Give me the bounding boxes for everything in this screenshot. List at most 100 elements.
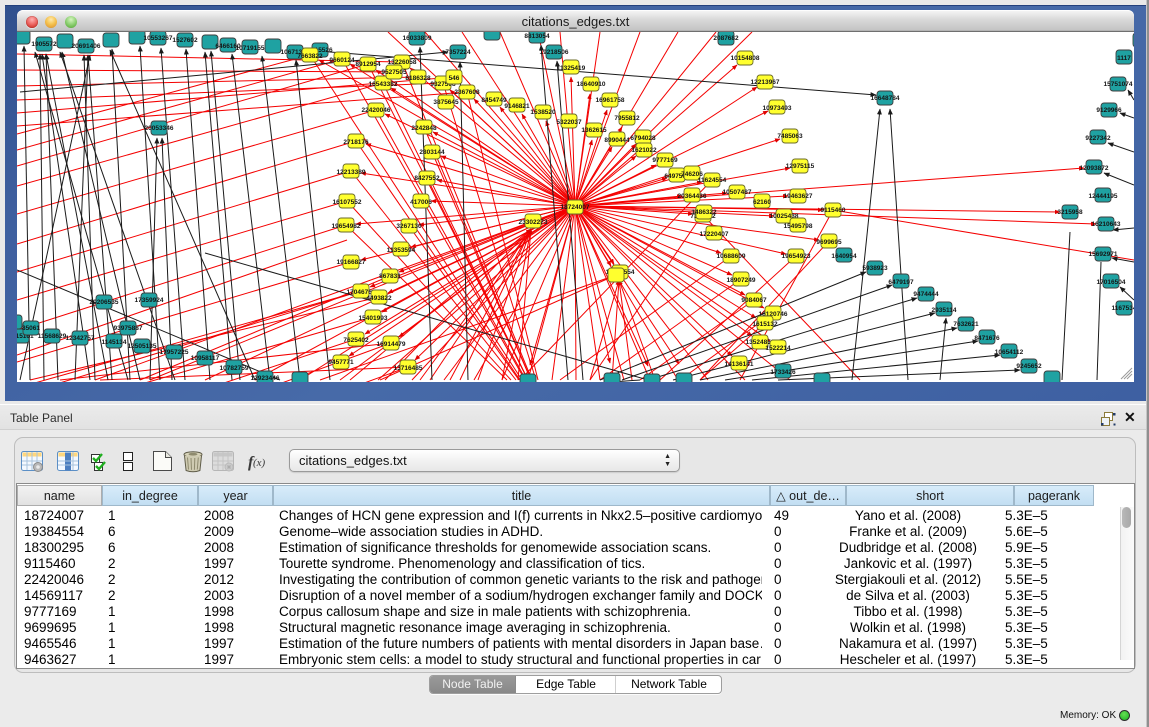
svg-text:12093872: 12093872 xyxy=(1080,165,1109,172)
svg-text:5938923: 5938923 xyxy=(862,265,888,272)
svg-text:2367608: 2367608 xyxy=(454,89,480,96)
svg-text:19166827: 19166827 xyxy=(337,259,366,266)
svg-text:867831: 867831 xyxy=(379,273,401,280)
svg-text:9660124: 9660124 xyxy=(329,57,355,64)
svg-text:1527602: 1527602 xyxy=(172,37,198,44)
svg-text:1615132: 1615132 xyxy=(752,321,778,328)
svg-text:10719155: 10719155 xyxy=(236,45,265,52)
svg-text:18724007: 18724007 xyxy=(561,204,590,211)
svg-text:3267130: 3267130 xyxy=(396,223,422,230)
svg-text:16107552: 16107552 xyxy=(333,199,362,206)
svg-text:16914479: 16914479 xyxy=(377,341,406,348)
svg-text:9146821: 9146821 xyxy=(504,103,530,110)
svg-text:9115460: 9115460 xyxy=(821,207,846,214)
svg-text:20364436: 20364436 xyxy=(678,193,707,200)
svg-text:18640910: 18640910 xyxy=(577,81,606,88)
svg-text:10782759: 10782759 xyxy=(220,365,249,372)
svg-text:20053346: 20053346 xyxy=(145,125,174,132)
svg-text:1167534: 1167534 xyxy=(1112,305,1134,312)
svg-text:11624554: 11624554 xyxy=(698,177,727,184)
svg-text:9227342: 9227342 xyxy=(1085,135,1111,142)
svg-text:17016504: 17016504 xyxy=(1097,279,1126,286)
svg-text:10553267: 10553267 xyxy=(144,35,173,42)
svg-text:8813054: 8813054 xyxy=(524,33,550,40)
svg-text:10958117: 10958117 xyxy=(191,355,220,362)
svg-text:62160: 62160 xyxy=(753,199,771,206)
svg-text:7955812: 7955812 xyxy=(614,115,640,122)
svg-text:7625402: 7625402 xyxy=(343,337,369,344)
svg-text:9245652: 9245652 xyxy=(1016,363,1042,370)
svg-text:10507487: 10507487 xyxy=(723,189,752,196)
svg-text:17359924: 17359924 xyxy=(135,297,164,304)
svg-text:4493822: 4493822 xyxy=(366,295,392,302)
svg-text:12213967: 12213967 xyxy=(751,79,780,86)
svg-text:10973493: 10973493 xyxy=(763,105,792,112)
svg-text:16961758: 16961758 xyxy=(596,97,625,104)
svg-text:9699695: 9699695 xyxy=(816,239,842,246)
svg-text:19654923: 19654923 xyxy=(782,253,811,260)
svg-text:1117: 1117 xyxy=(1117,55,1131,62)
svg-text:18907249: 18907249 xyxy=(727,277,756,284)
svg-text:9129966: 9129966 xyxy=(1096,107,1122,114)
svg-text:9777169: 9777169 xyxy=(652,157,678,164)
svg-text:15751074: 15751074 xyxy=(1104,81,1133,88)
svg-text:1486322: 1486322 xyxy=(691,209,717,216)
svg-text:1733426: 1733426 xyxy=(770,369,796,376)
svg-text:(x): (x) xyxy=(253,457,266,469)
svg-text:3875645: 3875645 xyxy=(433,99,459,106)
svg-text:2087682: 2087682 xyxy=(713,35,739,42)
svg-text:7632621: 7632621 xyxy=(953,321,979,328)
svg-text:8454749: 8454749 xyxy=(481,97,507,104)
svg-text:546: 546 xyxy=(449,75,460,82)
svg-text:10654112: 10654112 xyxy=(995,349,1024,356)
svg-text:6794028: 6794028 xyxy=(630,135,656,142)
svg-text:8912954: 8912954 xyxy=(355,61,381,68)
svg-text:20691406: 20691406 xyxy=(72,43,101,50)
svg-text:1145134: 1145134 xyxy=(102,339,127,346)
svg-text:2718176: 2718176 xyxy=(343,139,369,146)
svg-text:2935114: 2935114 xyxy=(932,307,957,314)
svg-text:12213389: 12213389 xyxy=(337,169,366,176)
svg-text:417006: 417006 xyxy=(410,199,432,206)
svg-text:23302273: 23302273 xyxy=(519,219,548,226)
svg-text:16033809: 16033809 xyxy=(403,35,432,42)
svg-text:17957225: 17957225 xyxy=(160,349,189,356)
svg-text:1621022: 1621022 xyxy=(631,147,657,154)
svg-text:12505135: 12505135 xyxy=(128,343,157,350)
svg-text:12975115: 12975115 xyxy=(786,163,815,170)
svg-text:9457771: 9457771 xyxy=(328,359,354,366)
svg-text:10154808: 10154808 xyxy=(731,55,760,62)
svg-text:93975887: 93975887 xyxy=(114,325,143,332)
svg-text:20206535: 20206535 xyxy=(90,299,119,306)
svg-text:10688609: 10688609 xyxy=(717,253,746,260)
svg-text:9474444: 9474444 xyxy=(913,291,939,298)
svg-text:12923446: 12923446 xyxy=(251,375,280,382)
svg-text:19654982: 19654982 xyxy=(332,223,361,230)
svg-text:12444195: 12444195 xyxy=(1089,193,1118,200)
svg-text:19218506: 19218506 xyxy=(540,49,569,56)
svg-text:5322037: 5322037 xyxy=(556,119,582,126)
svg-text:1640954: 1640954 xyxy=(831,253,857,260)
svg-text:8990444: 8990444 xyxy=(604,137,630,144)
svg-text:15495798: 15495798 xyxy=(784,223,813,230)
svg-text:16543382: 16543382 xyxy=(369,81,398,88)
svg-text:7485063: 7485063 xyxy=(777,133,803,140)
svg-text:7663822: 7663822 xyxy=(297,53,323,60)
svg-text:8471676: 8471676 xyxy=(974,335,1000,342)
svg-text:6479197: 6479197 xyxy=(888,279,914,286)
svg-text:1362615: 1362615 xyxy=(581,127,607,134)
svg-text:14136141: 14136141 xyxy=(725,361,754,368)
svg-text:85061: 85061 xyxy=(22,325,40,332)
svg-text:11353594: 11353594 xyxy=(387,247,416,254)
svg-text:2242848: 2242848 xyxy=(411,125,437,132)
svg-text:16210643: 16210643 xyxy=(1092,221,1121,228)
svg-text:8427552: 8427552 xyxy=(414,175,440,182)
svg-text:22420046: 22420046 xyxy=(362,107,391,114)
svg-text:15401993: 15401993 xyxy=(359,315,388,322)
svg-text:11325419: 11325419 xyxy=(557,65,586,72)
svg-text:2803144: 2803144 xyxy=(419,149,445,156)
svg-text:13716485: 13716485 xyxy=(394,365,423,372)
svg-text:16648784: 16648784 xyxy=(871,95,900,102)
svg-text:1538520: 1538520 xyxy=(530,109,556,116)
svg-text:15692971: 15692971 xyxy=(1089,251,1118,258)
